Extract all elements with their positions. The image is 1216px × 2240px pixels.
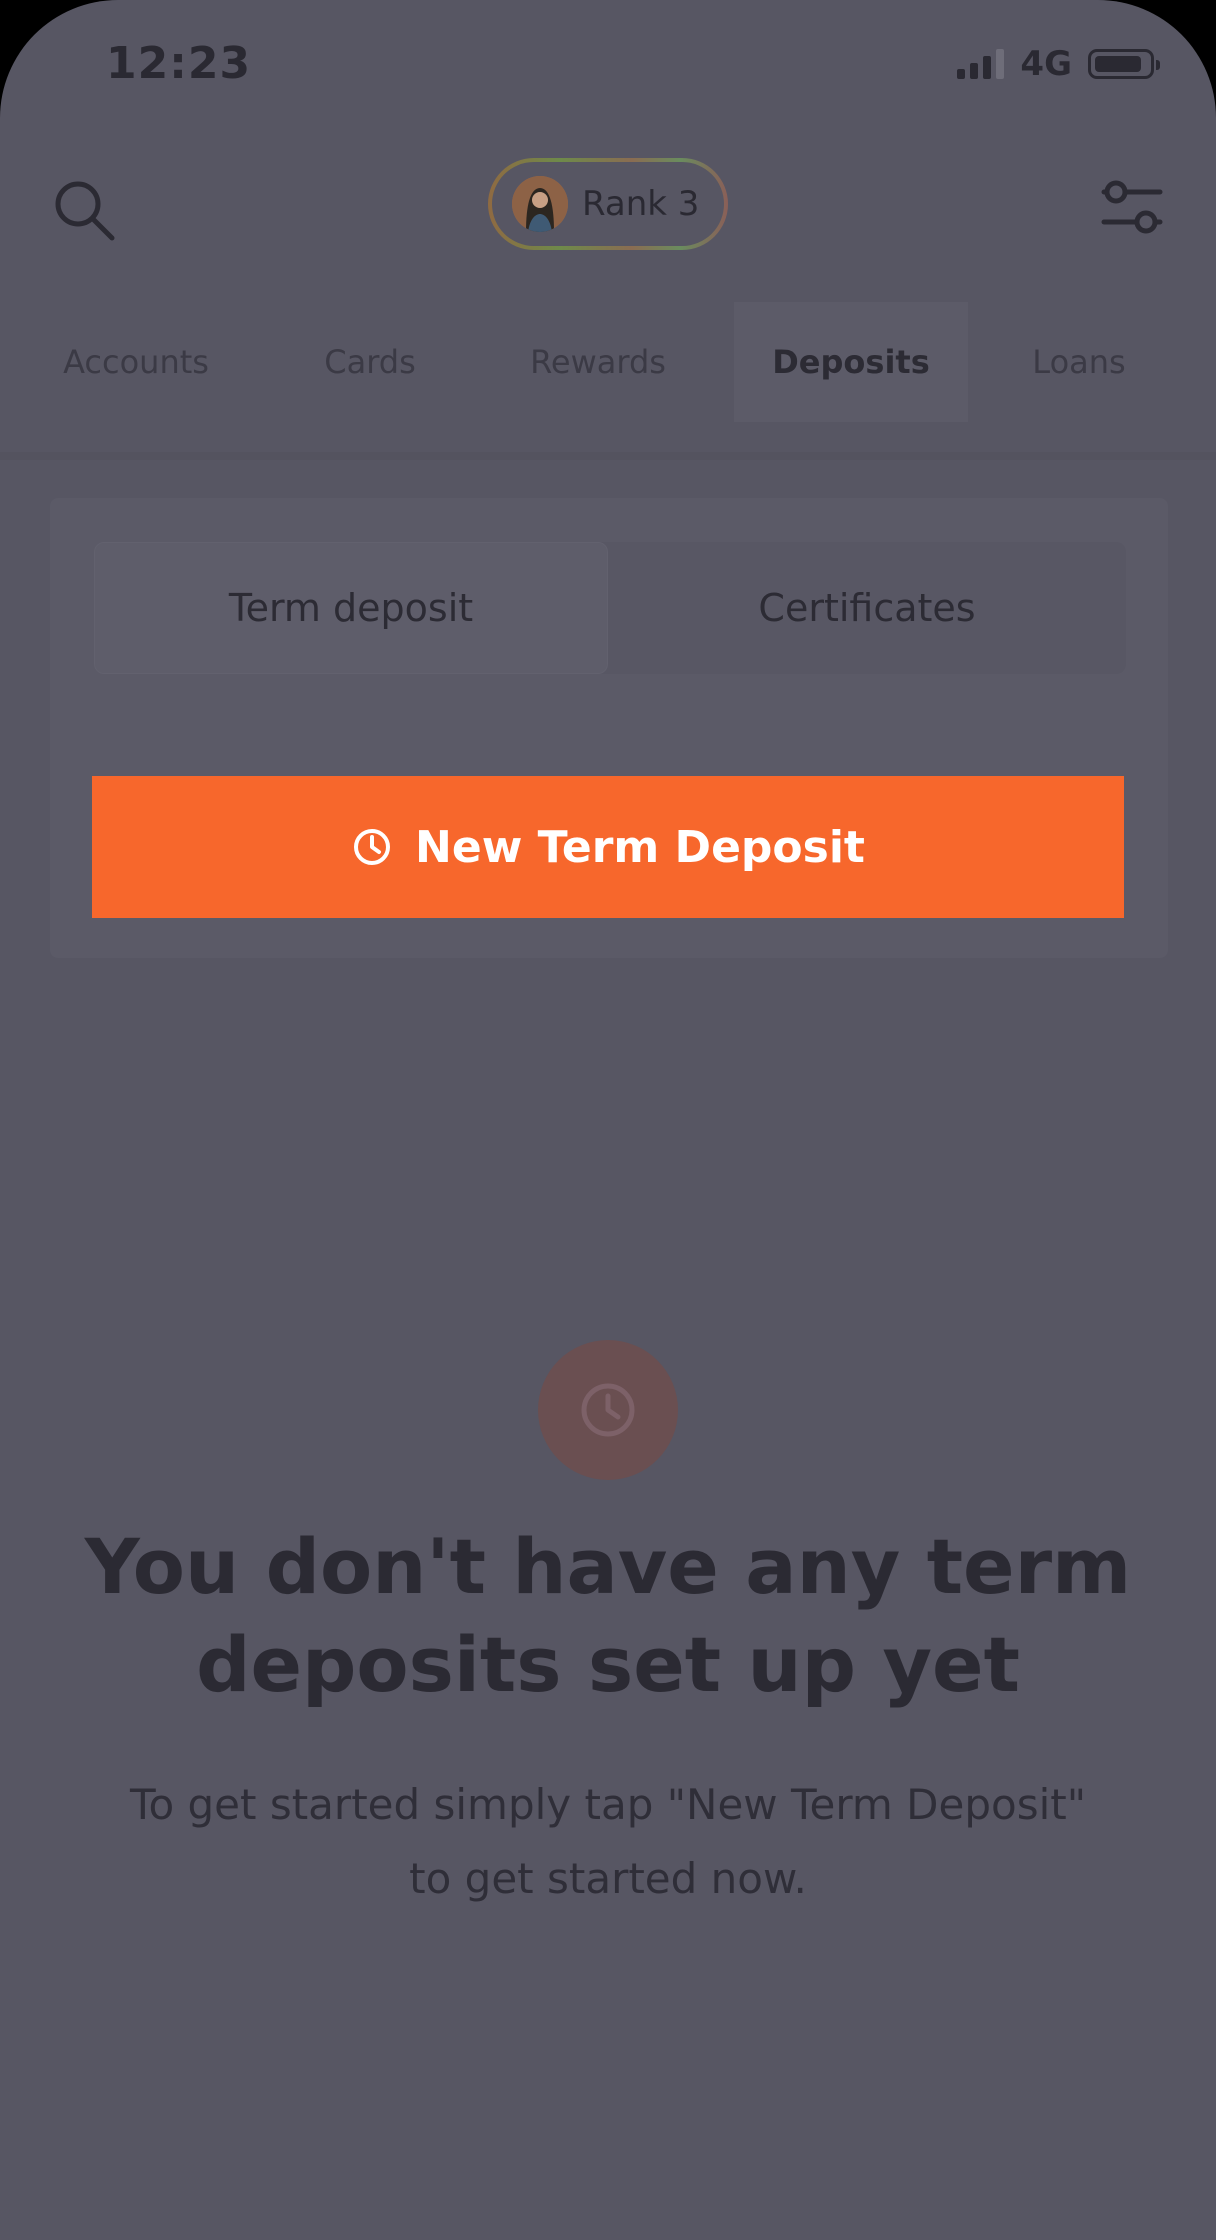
tab-deposits[interactable]: Deposits (734, 302, 968, 422)
segment-certificates[interactable]: Certificates (608, 542, 1126, 674)
filter-sliders-icon[interactable] (1100, 178, 1164, 238)
segment-term-deposit[interactable]: Term deposit (94, 542, 608, 674)
empty-desc-line-2: to get started now. (409, 1854, 807, 1903)
phone-screen: 12:23 4G Rank 3 Accounts Cards Rewards D… (0, 0, 1216, 2240)
deposit-type-segment: Term deposit Certificates (94, 542, 1126, 674)
clock-icon (351, 826, 393, 868)
avatar (512, 176, 568, 232)
empty-title-line-2: deposits set up yet (196, 1620, 1020, 1709)
rank-badge[interactable]: Rank 3 (488, 158, 728, 250)
new-term-deposit-button[interactable]: New Term Deposit (92, 776, 1124, 918)
status-time: 12:23 (106, 38, 252, 89)
battery-icon (1088, 49, 1160, 79)
signal-icon (957, 49, 1005, 79)
tab-rewards[interactable]: Rewards (500, 302, 696, 422)
deposits-card: Term deposit Certificates New Term Depos… (50, 498, 1168, 958)
empty-state-description: To get started simply tap "New Term Depo… (80, 1768, 1136, 1916)
tab-loans[interactable]: Loans (1000, 302, 1158, 422)
status-indicators: 4G (957, 44, 1160, 84)
empty-state-clock-icon (538, 1340, 678, 1480)
search-icon[interactable] (50, 176, 120, 246)
tab-cards[interactable]: Cards (290, 302, 450, 422)
tab-accounts[interactable]: Accounts (40, 302, 232, 422)
main-tabs: Accounts Cards Rewards Deposits Loans (0, 302, 1216, 422)
new-term-deposit-label: New Term Deposit (415, 821, 865, 873)
empty-desc-line-1: To get started simply tap "New Term Depo… (129, 1780, 1087, 1829)
rank-label: Rank 3 (582, 184, 700, 224)
network-label: 4G (1020, 44, 1072, 84)
tab-divider (0, 452, 1216, 460)
empty-title-line-1: You don't have any term (84, 1522, 1132, 1611)
empty-state-title: You don't have any term deposits set up … (80, 1518, 1136, 1714)
